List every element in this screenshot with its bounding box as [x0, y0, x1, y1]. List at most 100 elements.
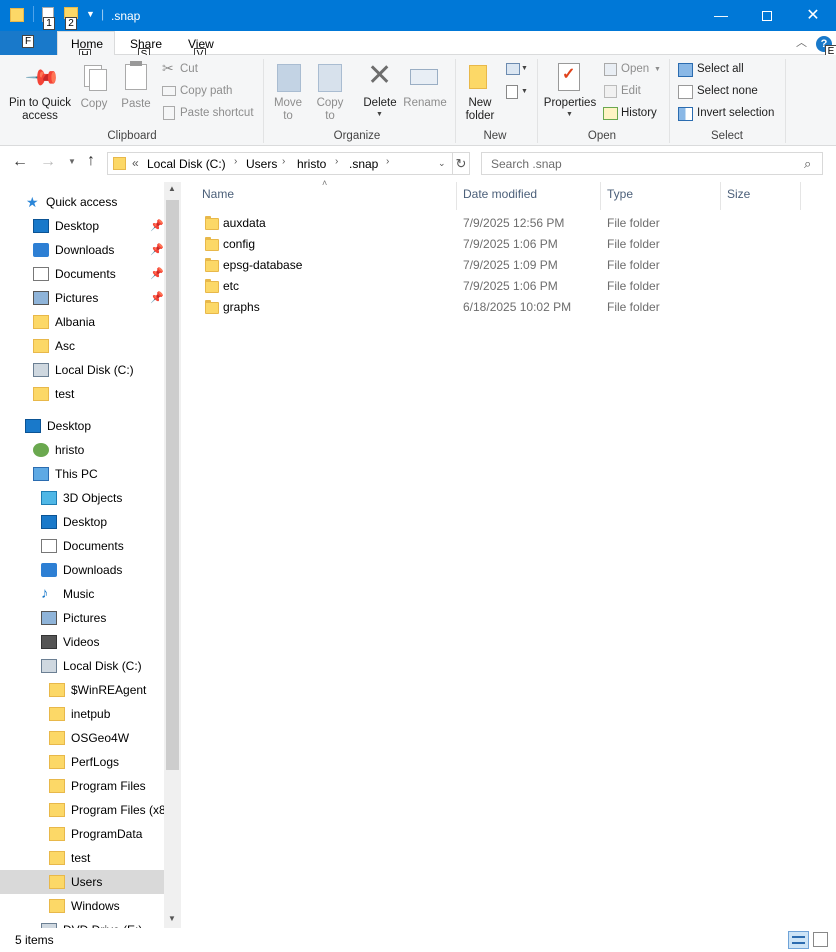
search-icon[interactable]: ⌕	[804, 156, 811, 172]
nav-item-osgeo4w[interactable]: OSGeo4W	[0, 726, 164, 750]
close-button[interactable]: ✕	[790, 0, 836, 31]
nav-item-3d-objects[interactable]: 3D Objects	[0, 486, 164, 510]
nav-item-program-files[interactable]: Program Files	[0, 774, 164, 798]
breadcrumb-local-disk[interactable]: Local Disk (C:)	[147, 157, 226, 171]
file-date-modified: 7/9/2025 1:06 PM	[463, 279, 558, 293]
nav-item-pictures[interactable]: Pictures	[0, 606, 164, 630]
column-date-modified[interactable]: Date modified	[463, 187, 537, 201]
table-row[interactable]: etc 7/9/2025 1:06 PM File folder	[196, 276, 796, 297]
new-item-icon[interactable]	[506, 63, 520, 75]
table-row[interactable]: graphs 6/18/2025 10:02 PM File folder	[196, 297, 796, 318]
up-arrow-icon[interactable]: ↑	[87, 152, 95, 170]
navigation-pane: ★ Quick access Desktop 📌 Downloads 📌 Documents…	[0, 182, 180, 928]
nav-item-program-files-x86-[interactable]: Program Files (x86)	[0, 798, 164, 822]
delete-dropdown-icon[interactable]: ▼	[376, 111, 383, 118]
column-name[interactable]: Name	[202, 187, 234, 201]
nav-item-local-disk-c-[interactable]: Local Disk (C:)	[0, 358, 164, 382]
nav-item-videos[interactable]: Videos	[0, 630, 164, 654]
nav-item-windows[interactable]: Windows	[0, 894, 164, 918]
nav-this-pc[interactable]: This PC	[0, 462, 164, 486]
properties-label: Properties	[543, 97, 597, 109]
nav-item-local-disk-c-[interactable]: Local Disk (C:)	[0, 654, 164, 678]
table-row[interactable]: config 7/9/2025 1:06 PM File folder	[196, 234, 796, 255]
nav-item-documents[interactable]: Documents 📌	[0, 262, 164, 286]
address-bar[interactable]: « Local Disk (C:) › Users › hristo › .sn…	[107, 152, 453, 175]
file-name: etc	[223, 279, 240, 293]
nav-item-users[interactable]: Users	[0, 870, 164, 894]
collapse-ribbon-icon[interactable]: ︿	[796, 34, 807, 50]
refresh-button[interactable]: ↻	[453, 152, 470, 175]
column-type[interactable]: Type	[607, 187, 633, 201]
nav-dvd-drive[interactable]: DVD Drive (E:)	[0, 918, 164, 928]
nav-item-music[interactable]: ♪ Music	[0, 582, 164, 606]
breadcrumb-separator-icon[interactable]: ›	[335, 156, 338, 167]
nav-item-desktop[interactable]: Desktop 📌	[0, 214, 164, 238]
recent-locations-chevron-icon[interactable]: ▼	[68, 157, 76, 166]
address-dropdown-icon[interactable]: ⌄	[438, 158, 446, 169]
column-size[interactable]: Size	[727, 187, 750, 201]
nav-item-documents[interactable]: Documents	[0, 534, 164, 558]
nav-item-programdata[interactable]: ProgramData	[0, 822, 164, 846]
nav-item-downloads[interactable]: Downloads 📌	[0, 238, 164, 262]
address-overflow-icon[interactable]: «	[132, 156, 139, 170]
forward-arrow-icon[interactable]: →	[40, 153, 56, 171]
file-date-modified: 7/9/2025 1:09 PM	[463, 258, 558, 272]
copy-label: Copy	[80, 98, 108, 110]
nav-item-label: Pictures	[63, 611, 107, 625]
nav-item-test[interactable]: test	[0, 382, 164, 406]
pin-icon[interactable]: 📌	[150, 238, 164, 262]
table-row[interactable]: epsg-database 7/9/2025 1:09 PM File folder	[196, 255, 796, 276]
scrollbar-thumb[interactable]	[166, 200, 179, 770]
nav-item-desktop[interactable]: Desktop	[0, 510, 164, 534]
breadcrumb-separator-icon[interactable]: ›	[234, 156, 237, 167]
folder-icon	[49, 683, 65, 697]
tab-home[interactable]: Home H	[57, 31, 115, 62]
properties-dropdown-icon[interactable]: ▼	[566, 111, 573, 118]
tab-file[interactable]: F	[0, 31, 57, 55]
easy-access-icon[interactable]	[506, 85, 518, 99]
folder-icon	[49, 707, 65, 721]
nav-quick-access[interactable]: ★ Quick access	[0, 190, 164, 214]
search-box[interactable]: Search .snap ⌕	[481, 152, 823, 175]
minimize-button[interactable]: —	[698, 0, 744, 31]
scroll-down-icon[interactable]: ▼	[168, 914, 176, 923]
breadcrumb-users[interactable]: Users	[246, 157, 277, 171]
maximize-button[interactable]	[744, 0, 790, 31]
folder-icon	[49, 827, 65, 841]
nav-item-pictures[interactable]: Pictures 📌	[0, 286, 164, 310]
open-dropdown-icon[interactable]: ▼	[654, 66, 661, 73]
pin-icon[interactable]: 📌	[150, 262, 164, 286]
nav-user[interactable]: hristo	[0, 438, 164, 462]
table-row[interactable]: auxdata 7/9/2025 12:56 PM File folder	[196, 213, 796, 234]
pin-icon[interactable]: 📌	[150, 214, 164, 238]
ribbon-tab-bar: F Home H Share S View V ︿ ? E	[0, 31, 836, 62]
file-type: File folder	[607, 258, 660, 272]
new-item-dropdown-icon[interactable]: ▼	[521, 65, 528, 72]
easy-access-dropdown-icon[interactable]: ▼	[521, 88, 528, 95]
nav-item--winreagent[interactable]: $WinREAgent	[0, 678, 164, 702]
organize-group-label: Organize	[333, 130, 381, 142]
search-input[interactable]: Search .snap	[491, 157, 562, 171]
cube-icon	[41, 491, 57, 505]
nav-item-inetpub[interactable]: inetpub	[0, 702, 164, 726]
drive-icon	[33, 363, 49, 377]
large-icons-view-button[interactable]	[813, 932, 828, 947]
pin-icon[interactable]: 📌	[150, 286, 164, 310]
back-arrow-icon[interactable]: ←	[12, 153, 28, 171]
nav-scrollbar[interactable]: ▲ ▼	[164, 182, 181, 928]
music-icon: ♪	[41, 585, 49, 602]
breadcrumb-hristo[interactable]: hristo	[297, 157, 326, 171]
breadcrumb-snap[interactable]: .snap	[349, 157, 378, 171]
nav-desktop-root[interactable]: Desktop	[0, 414, 164, 438]
nav-item-albania[interactable]: Albania	[0, 310, 164, 334]
nav-item-asc[interactable]: Asc	[0, 334, 164, 358]
new-group-label: New	[483, 130, 507, 142]
nav-item-downloads[interactable]: Downloads	[0, 558, 164, 582]
nav-item-perflogs[interactable]: PerfLogs	[0, 750, 164, 774]
breadcrumb-separator-icon[interactable]: ›	[386, 156, 389, 167]
breadcrumb-separator-icon[interactable]: ›	[282, 156, 285, 167]
qat-dropdown-icon[interactable]: ▼	[86, 9, 95, 19]
nav-item-test[interactable]: test	[0, 846, 164, 870]
copy-to-label: Copy to	[316, 97, 344, 122]
scroll-up-icon[interactable]: ▲	[168, 184, 176, 193]
